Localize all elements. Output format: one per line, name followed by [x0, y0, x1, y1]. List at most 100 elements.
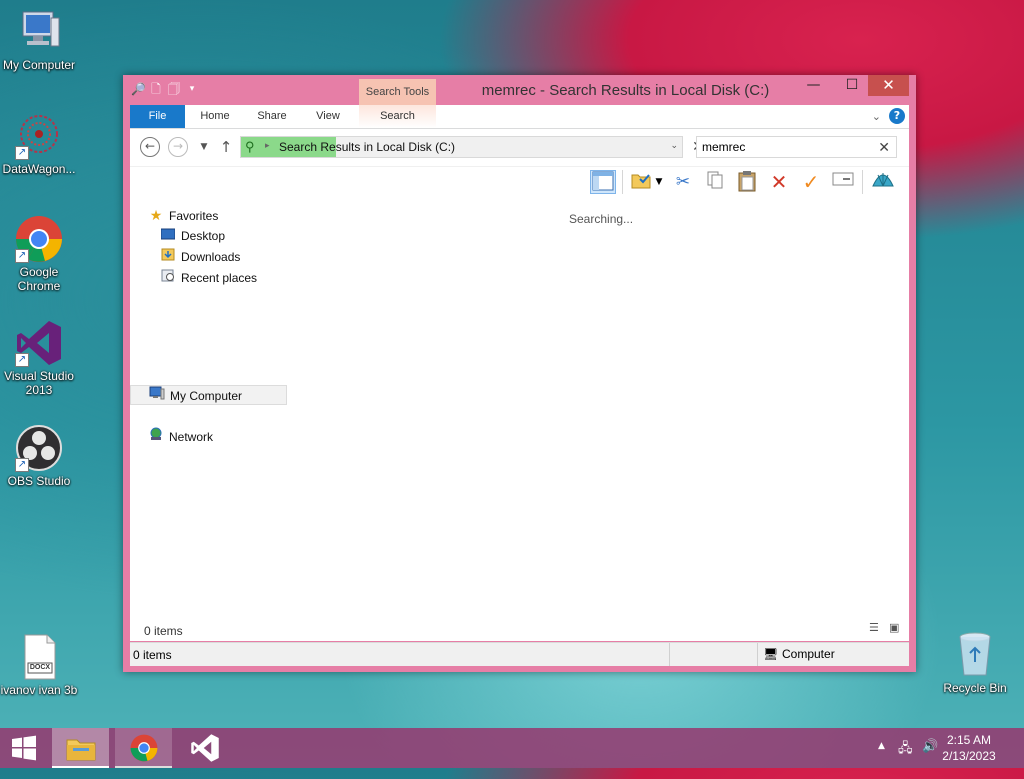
status-bar: 0 items 🖥 Computer — [130, 642, 909, 666]
details-view-icon[interactable]: ☰ — [869, 622, 883, 634]
expand-ribbon-chevron-icon[interactable]: ⌄ — [872, 110, 881, 123]
close-button[interactable]: ✕ — [868, 75, 909, 96]
explorer-window: 🔎 🗋 🗍 ▾ memrec - Search Results in Local… — [123, 75, 916, 672]
folder-dropdown-chevron-icon[interactable]: ▼ — [652, 170, 666, 194]
large-icons-view-icon[interactable]: ▣ — [889, 622, 903, 634]
clock-date: 2/13/2023 — [942, 749, 996, 763]
search-input[interactable] — [702, 140, 872, 154]
computer-icon — [149, 386, 165, 406]
desktop-icon-obs-studio[interactable]: ↗ OBS Studio — [0, 424, 79, 488]
show-hidden-icons-icon[interactable]: ▲ — [878, 741, 885, 751]
toolbar-separator — [622, 170, 623, 194]
desktop-icon-recycle-bin[interactable]: Recycle Bin — [935, 631, 1015, 695]
clock[interactable]: 2:15 AM 2/13/2023 — [934, 732, 1004, 764]
star-icon: ★ — [149, 207, 163, 223]
minimize-button[interactable]: — — [799, 75, 828, 96]
ribbon-right-controls: ⌄ ? — [872, 108, 905, 124]
help-icon[interactable]: ? — [889, 108, 905, 124]
desktop-icon-label: Google Chrome — [17, 265, 61, 293]
nav-item-favorites[interactable]: ★ Favorites — [148, 205, 219, 225]
ribbon-tabs: File Home Share View Search ⌄ ? — [130, 105, 909, 129]
tab-home[interactable]: Home — [190, 105, 240, 128]
quick-access-toolbar: 🔎 🗋 🗍 ▾ — [131, 81, 199, 97]
status-item-count: 0 items — [133, 648, 172, 662]
tab-view[interactable]: View — [304, 105, 352, 128]
search-box[interactable]: ✕ — [696, 136, 897, 158]
nav-item-label: Favorites — [169, 209, 219, 223]
back-button[interactable]: ← — [140, 137, 160, 157]
window-title: memrec - Search Results in Local Disk (C… — [481, 82, 770, 99]
clock-time: 2:15 AM — [946, 733, 992, 747]
folder-check-icon — [631, 174, 651, 189]
recent-locations-chevron-icon[interactable]: ▼ — [194, 137, 214, 157]
copy-button[interactable] — [702, 170, 728, 194]
search-icon: ⚲ — [245, 139, 255, 154]
address-bar[interactable]: ⚲ ▸ Search Results in Local Disk (C:) ⌄ — [240, 136, 683, 158]
nav-item-label: My Computer — [170, 389, 243, 403]
tab-share[interactable]: Share — [248, 105, 296, 128]
desktop-icon-label: Visual Studio 2013 — [4, 369, 74, 397]
status-separator — [757, 643, 758, 666]
taskbar-google-chrome[interactable] — [115, 728, 172, 768]
status-zone: 🖥 Computer — [763, 647, 835, 661]
nav-item-label: Desktop — [181, 229, 226, 243]
forward-button[interactable]: → — [168, 137, 188, 157]
visual-studio-icon — [190, 734, 219, 762]
file-explorer-icon — [66, 739, 95, 761]
rename-icon — [832, 172, 854, 186]
nav-item-recent-places[interactable]: Recent places — [160, 268, 257, 288]
new-folder-icon[interactable]: 🗍 — [167, 81, 181, 97]
taskbar-file-explorer[interactable] — [52, 728, 109, 768]
shortcut-arrow-icon: ↗ — [15, 458, 29, 472]
desktop-icon-my-computer[interactable]: My Computer — [0, 8, 79, 72]
desktop-icon-ivanov-ivan-docx[interactable]: DOCX ivanov ivan 3b — [0, 633, 79, 697]
toolbar-separator — [862, 170, 863, 194]
cut-button[interactable]: ✂ — [670, 170, 696, 194]
tab-search[interactable]: Search — [359, 105, 436, 128]
docx-file-icon: DOCX — [15, 633, 63, 681]
rename-button[interactable] — [830, 170, 856, 194]
view-switcher: ☰ ▣ — [869, 622, 903, 634]
address-dropdown-chevron-icon[interactable]: ⌄ — [670, 140, 678, 151]
docx-badge: DOCX — [29, 664, 51, 671]
nav-item-my-computer[interactable]: My Computer — [130, 385, 287, 405]
desktop-icon-label: My Computer — [2, 58, 76, 72]
tab-file[interactable]: File — [130, 105, 185, 128]
chrome-icon: ↗ — [15, 215, 63, 263]
nav-item-label: Network — [169, 430, 214, 444]
preview-pane-button[interactable] — [590, 170, 616, 194]
taskbar-visual-studio[interactable] — [176, 728, 233, 768]
delete-button[interactable]: ✕ — [766, 170, 792, 194]
shell-button[interactable] — [870, 170, 896, 194]
status-zone-label: Computer — [782, 647, 835, 661]
network-icon — [148, 427, 164, 447]
nav-item-downloads[interactable]: Downloads — [160, 247, 240, 267]
search-tools-context-header: Search Tools — [359, 79, 436, 105]
customize-qat-chevron-icon[interactable]: ▾ — [185, 81, 199, 97]
breadcrumb-chevron-icon[interactable]: ▸ — [265, 140, 270, 151]
clear-search-icon[interactable]: ✕ — [878, 139, 890, 156]
apply-button[interactable]: ✓ — [798, 170, 824, 194]
title-bar[interactable]: 🔎 🗋 🗍 ▾ memrec - Search Results in Local… — [123, 75, 916, 105]
search-tools-icon[interactable]: 🔎 — [131, 81, 146, 97]
network-tray-icon[interactable]: 🖧 — [898, 739, 913, 761]
breadcrumb[interactable]: Search Results in Local Disk (C:) — [279, 140, 455, 154]
nav-item-desktop[interactable]: Desktop — [160, 226, 225, 246]
desktop-icon-google-chrome[interactable]: ↗ Google Chrome — [0, 215, 79, 293]
nav-item-network[interactable]: Network — [148, 427, 213, 447]
copy-icon — [707, 171, 723, 189]
desktop-icon-visual-studio[interactable]: ↗ Visual Studio 2013 — [0, 319, 79, 397]
properties-icon[interactable]: 🗋 — [149, 81, 163, 97]
up-button[interactable]: ↑ — [216, 137, 236, 157]
navigation-pane: ★ Favorites Desktop Downloads Recent plac… — [130, 196, 290, 641]
start-button[interactable] — [0, 728, 48, 768]
obs-icon: ↗ — [15, 424, 63, 472]
datawagon-icon: ↗ — [15, 112, 63, 160]
shortcut-arrow-icon: ↗ — [15, 146, 29, 160]
desktop-icon-datawagon[interactable]: ↗ DataWagon... — [0, 112, 79, 176]
paste-button[interactable] — [734, 170, 760, 194]
check-folder-button[interactable] — [628, 170, 654, 194]
shortcut-arrow-icon: ↗ — [15, 353, 29, 367]
shell-icon — [872, 173, 894, 187]
maximize-button[interactable]: ☐ — [838, 75, 866, 96]
